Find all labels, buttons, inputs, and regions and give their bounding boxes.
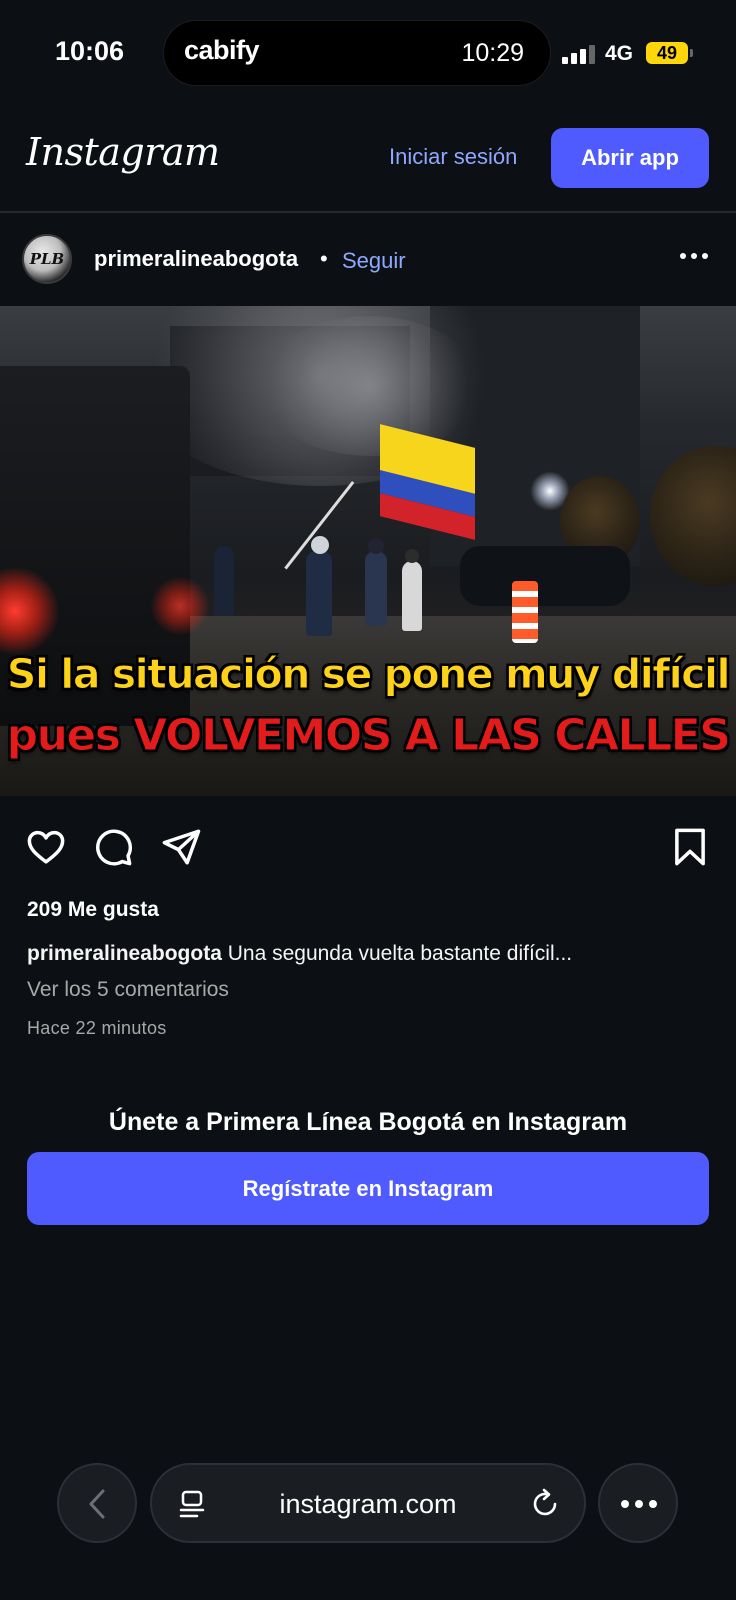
post-timestamp: Hace 22 minutos	[27, 1018, 167, 1038]
caption-username[interactable]: primeralineabogota	[27, 942, 222, 965]
avatar[interactable]: PLB	[22, 234, 72, 284]
open-app-button[interactable]: Abrir app	[551, 128, 709, 188]
battery-tip	[690, 49, 693, 57]
network-type: 4G	[605, 42, 634, 65]
address-bar[interactable]: instagram.com	[150, 1463, 586, 1543]
view-comments-link[interactable]: Ver los 5 comentarios	[27, 978, 229, 1002]
url-text[interactable]: instagram.com	[152, 1489, 584, 1520]
more-options-icon[interactable]	[680, 245, 710, 265]
bookmark-icon[interactable]	[669, 826, 711, 868]
battery-icon: 49	[646, 42, 688, 64]
share-icon[interactable]	[160, 826, 202, 868]
heart-icon[interactable]	[25, 826, 67, 868]
dynamic-island[interactable]: cabify 10:29	[163, 20, 551, 86]
image-caption-line1: Si la situación se pone muy difícil	[6, 650, 731, 699]
browser-menu-button[interactable]	[598, 1463, 678, 1543]
join-heading: Únete a Primera Línea Bogotá en Instagra…	[108, 1108, 628, 1136]
instagram-logo[interactable]: Instagram	[26, 130, 220, 174]
login-link[interactable]: Iniciar sesión	[389, 144, 517, 170]
image-caption-line2: pues VOLVEMOS A LAS CALLES	[6, 710, 731, 762]
ellipsis-icon	[621, 1500, 657, 1508]
comment-icon[interactable]	[92, 826, 134, 868]
post-image[interactable]: Si la situación se pone muy difícil pues…	[0, 306, 736, 796]
header-divider	[0, 211, 736, 213]
likes-count[interactable]: 209 Me gusta	[27, 898, 159, 922]
traffic-barrier	[512, 581, 538, 643]
follow-button[interactable]: Seguir	[342, 248, 406, 274]
avatar-logo-text: PLB	[29, 250, 65, 268]
chevron-left-icon	[89, 1489, 105, 1519]
post-caption: primeralineabogota Una segunda vuelta ba…	[27, 942, 572, 966]
separator-dot: •	[320, 246, 328, 271]
signal-icon	[562, 44, 598, 64]
island-app-name: cabify	[184, 35, 260, 65]
back-button[interactable]	[57, 1463, 137, 1543]
reload-icon[interactable]	[528, 1487, 562, 1521]
island-time: 10:29	[461, 39, 524, 67]
signup-button[interactable]: Regístrate en Instagram	[27, 1152, 709, 1225]
status-time: 10:06	[55, 36, 125, 66]
caption-text: Una segunda vuelta bastante difícil...	[227, 942, 573, 965]
post-username[interactable]: primeralineabogota	[94, 246, 298, 272]
